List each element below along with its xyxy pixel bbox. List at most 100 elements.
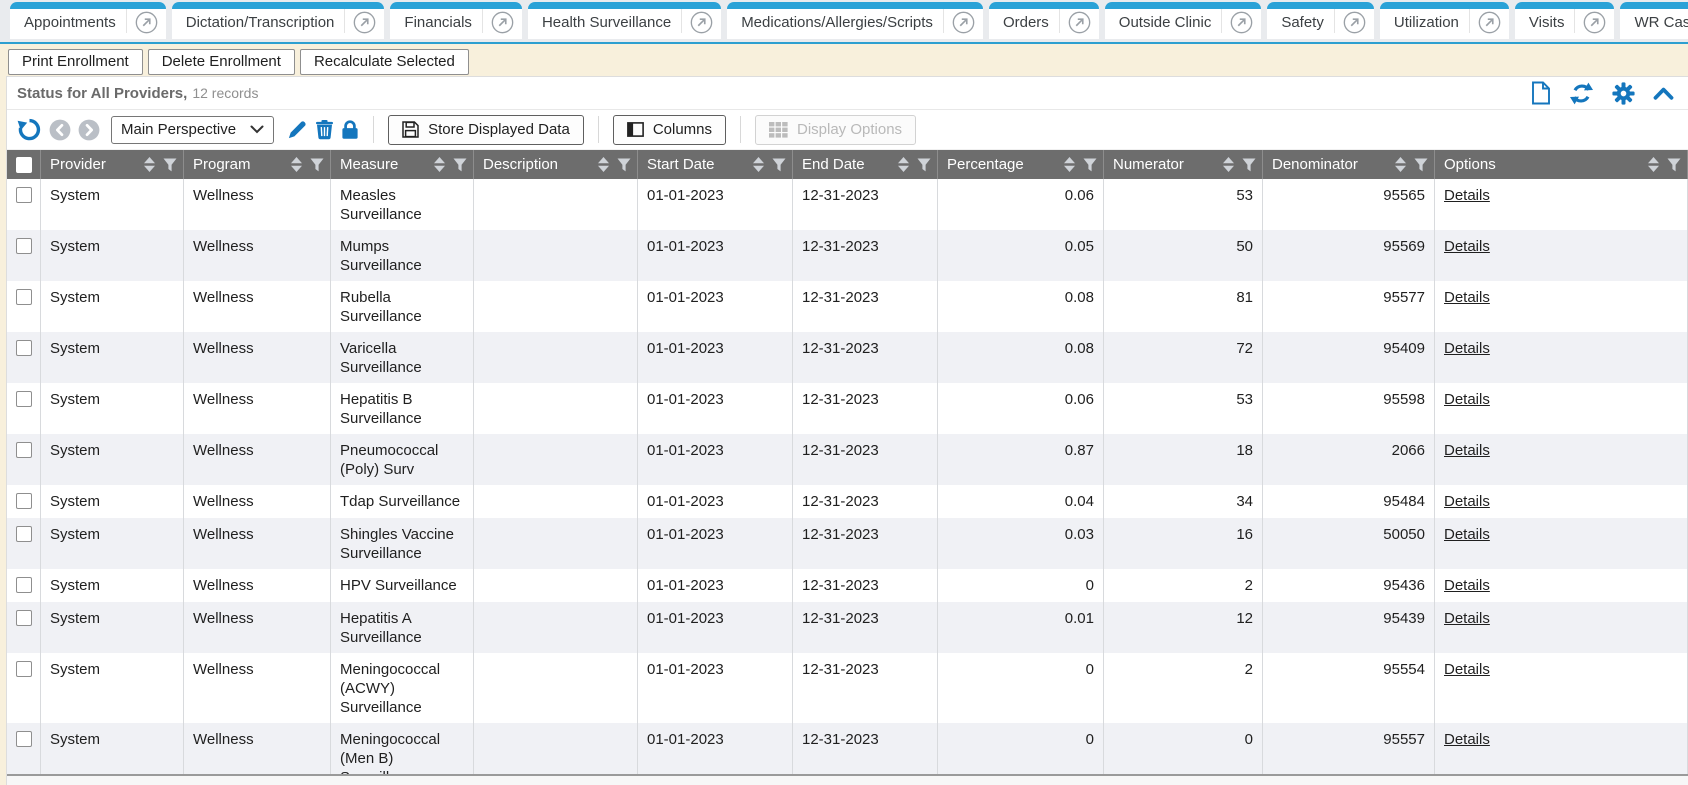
details-link[interactable]: Details [1444, 661, 1490, 678]
filter-icon[interactable] [617, 158, 631, 172]
details-link[interactable]: Details [1444, 526, 1490, 543]
store-displayed-data-button[interactable]: Store Displayed Data [388, 115, 584, 145]
tab-appointments[interactable]: Appointments [10, 2, 166, 39]
details-link[interactable]: Details [1444, 391, 1490, 408]
popout-icon[interactable] [1068, 11, 1091, 34]
column-header-label: Program [193, 156, 287, 173]
tab-wr-case-mgmt[interactable]: WR Case Mgmt [1620, 2, 1688, 39]
popout-icon[interactable] [690, 11, 713, 34]
tab-visits[interactable]: Visits [1515, 2, 1615, 39]
popout-icon[interactable] [1343, 11, 1366, 34]
details-link[interactable]: Details [1444, 187, 1490, 204]
row-checkbox[interactable] [16, 187, 32, 203]
column-header-measure[interactable]: Measure [331, 150, 474, 179]
column-header-description[interactable]: Description [474, 150, 638, 179]
popout-icon[interactable] [135, 11, 158, 34]
tab-utilization[interactable]: Utilization [1380, 2, 1509, 39]
sort-icon[interactable] [753, 157, 764, 172]
sort-icon[interactable] [1648, 157, 1659, 172]
refresh-icon[interactable] [1569, 82, 1594, 105]
trash-icon[interactable] [315, 119, 334, 140]
edit-pencil-icon[interactable] [287, 119, 308, 140]
row-checkbox[interactable] [16, 577, 32, 593]
cell-select [7, 485, 41, 518]
row-checkbox[interactable] [16, 391, 32, 407]
cell-percentage: 0.01 [938, 602, 1104, 653]
display-options-button[interactable]: Display Options [755, 115, 916, 145]
details-link[interactable]: Details [1444, 442, 1490, 459]
popout-icon[interactable] [491, 11, 514, 34]
filter-icon[interactable] [310, 158, 324, 172]
popout-icon[interactable] [353, 11, 376, 34]
tab-outside-clinic[interactable]: Outside Clinic [1105, 2, 1262, 39]
tab-medications-allergies-scripts[interactable]: Medications/Allergies/Scripts [727, 2, 983, 39]
column-header-end-date[interactable]: End Date [793, 150, 938, 179]
filter-icon[interactable] [1414, 158, 1428, 172]
column-header-options[interactable]: Options [1435, 150, 1688, 179]
sort-icon[interactable] [598, 157, 609, 172]
row-checkbox[interactable] [16, 731, 32, 747]
collapse-icon[interactable] [1653, 86, 1674, 101]
filter-icon[interactable] [1667, 158, 1681, 172]
details-link[interactable]: Details [1444, 731, 1490, 748]
column-header-percentage[interactable]: Percentage [938, 150, 1104, 179]
nav-forward-icon[interactable] [78, 119, 100, 141]
gear-icon[interactable] [1612, 82, 1635, 105]
sort-icon[interactable] [144, 157, 155, 172]
column-header-start-date[interactable]: Start Date [638, 150, 793, 179]
tab-orders[interactable]: Orders [989, 2, 1099, 39]
recalculate-selected-button[interactable]: Recalculate Selected [300, 49, 469, 75]
horizontal-scrollbar[interactable] [7, 774, 1688, 785]
popout-icon[interactable] [1230, 11, 1253, 34]
sort-icon[interactable] [434, 157, 445, 172]
filter-icon[interactable] [917, 158, 931, 172]
details-link[interactable]: Details [1444, 238, 1490, 255]
row-checkbox[interactable] [16, 610, 32, 626]
row-checkbox[interactable] [16, 442, 32, 458]
popout-icon[interactable] [1583, 11, 1606, 34]
row-checkbox[interactable] [16, 661, 32, 677]
sort-icon[interactable] [1223, 157, 1234, 172]
details-link[interactable]: Details [1444, 610, 1490, 627]
column-header-denominator[interactable]: Denominator [1263, 150, 1435, 179]
sort-icon[interactable] [1064, 157, 1075, 172]
filter-icon[interactable] [453, 158, 467, 172]
perspective-select[interactable]: Main Perspective [111, 116, 274, 144]
tab-financials[interactable]: Financials [390, 2, 522, 39]
popout-icon[interactable] [1478, 11, 1501, 34]
print-enrollment-button[interactable]: Print Enrollment [8, 49, 143, 75]
sort-icon[interactable] [1395, 157, 1406, 172]
row-checkbox[interactable] [16, 526, 32, 542]
tab-dictation-transcription[interactable]: Dictation/Transcription [172, 2, 385, 39]
details-link[interactable]: Details [1444, 493, 1490, 510]
cell-end-date: 12-31-2023 [793, 434, 938, 485]
popout-icon[interactable] [952, 11, 975, 34]
filter-icon[interactable] [772, 158, 786, 172]
filter-icon[interactable] [163, 158, 177, 172]
row-checkbox[interactable] [16, 340, 32, 356]
filter-icon[interactable] [1083, 158, 1097, 172]
row-checkbox[interactable] [16, 289, 32, 305]
nav-back-icon[interactable] [49, 119, 71, 141]
filter-icon[interactable] [1242, 158, 1256, 172]
tab-health-surveillance[interactable]: Health Surveillance [528, 2, 721, 39]
sort-icon[interactable] [898, 157, 909, 172]
column-header-numerator[interactable]: Numerator [1104, 150, 1263, 179]
row-checkbox[interactable] [16, 493, 32, 509]
columns-button[interactable]: Columns [613, 115, 726, 145]
sort-icon[interactable] [291, 157, 302, 172]
lock-icon[interactable] [341, 119, 359, 140]
select-all-checkbox[interactable] [16, 157, 32, 173]
cell-select [7, 602, 41, 653]
details-link[interactable]: Details [1444, 340, 1490, 357]
details-link[interactable]: Details [1444, 577, 1490, 594]
column-header-program[interactable]: Program [184, 150, 331, 179]
page-icon[interactable] [1531, 81, 1551, 105]
row-checkbox[interactable] [16, 238, 32, 254]
tab-safety[interactable]: Safety [1267, 2, 1374, 39]
cell-percentage: 0 [938, 653, 1104, 723]
column-header-provider[interactable]: Provider [41, 150, 184, 179]
delete-enrollment-button[interactable]: Delete Enrollment [148, 49, 295, 75]
details-link[interactable]: Details [1444, 289, 1490, 306]
undo-icon[interactable] [17, 117, 42, 142]
